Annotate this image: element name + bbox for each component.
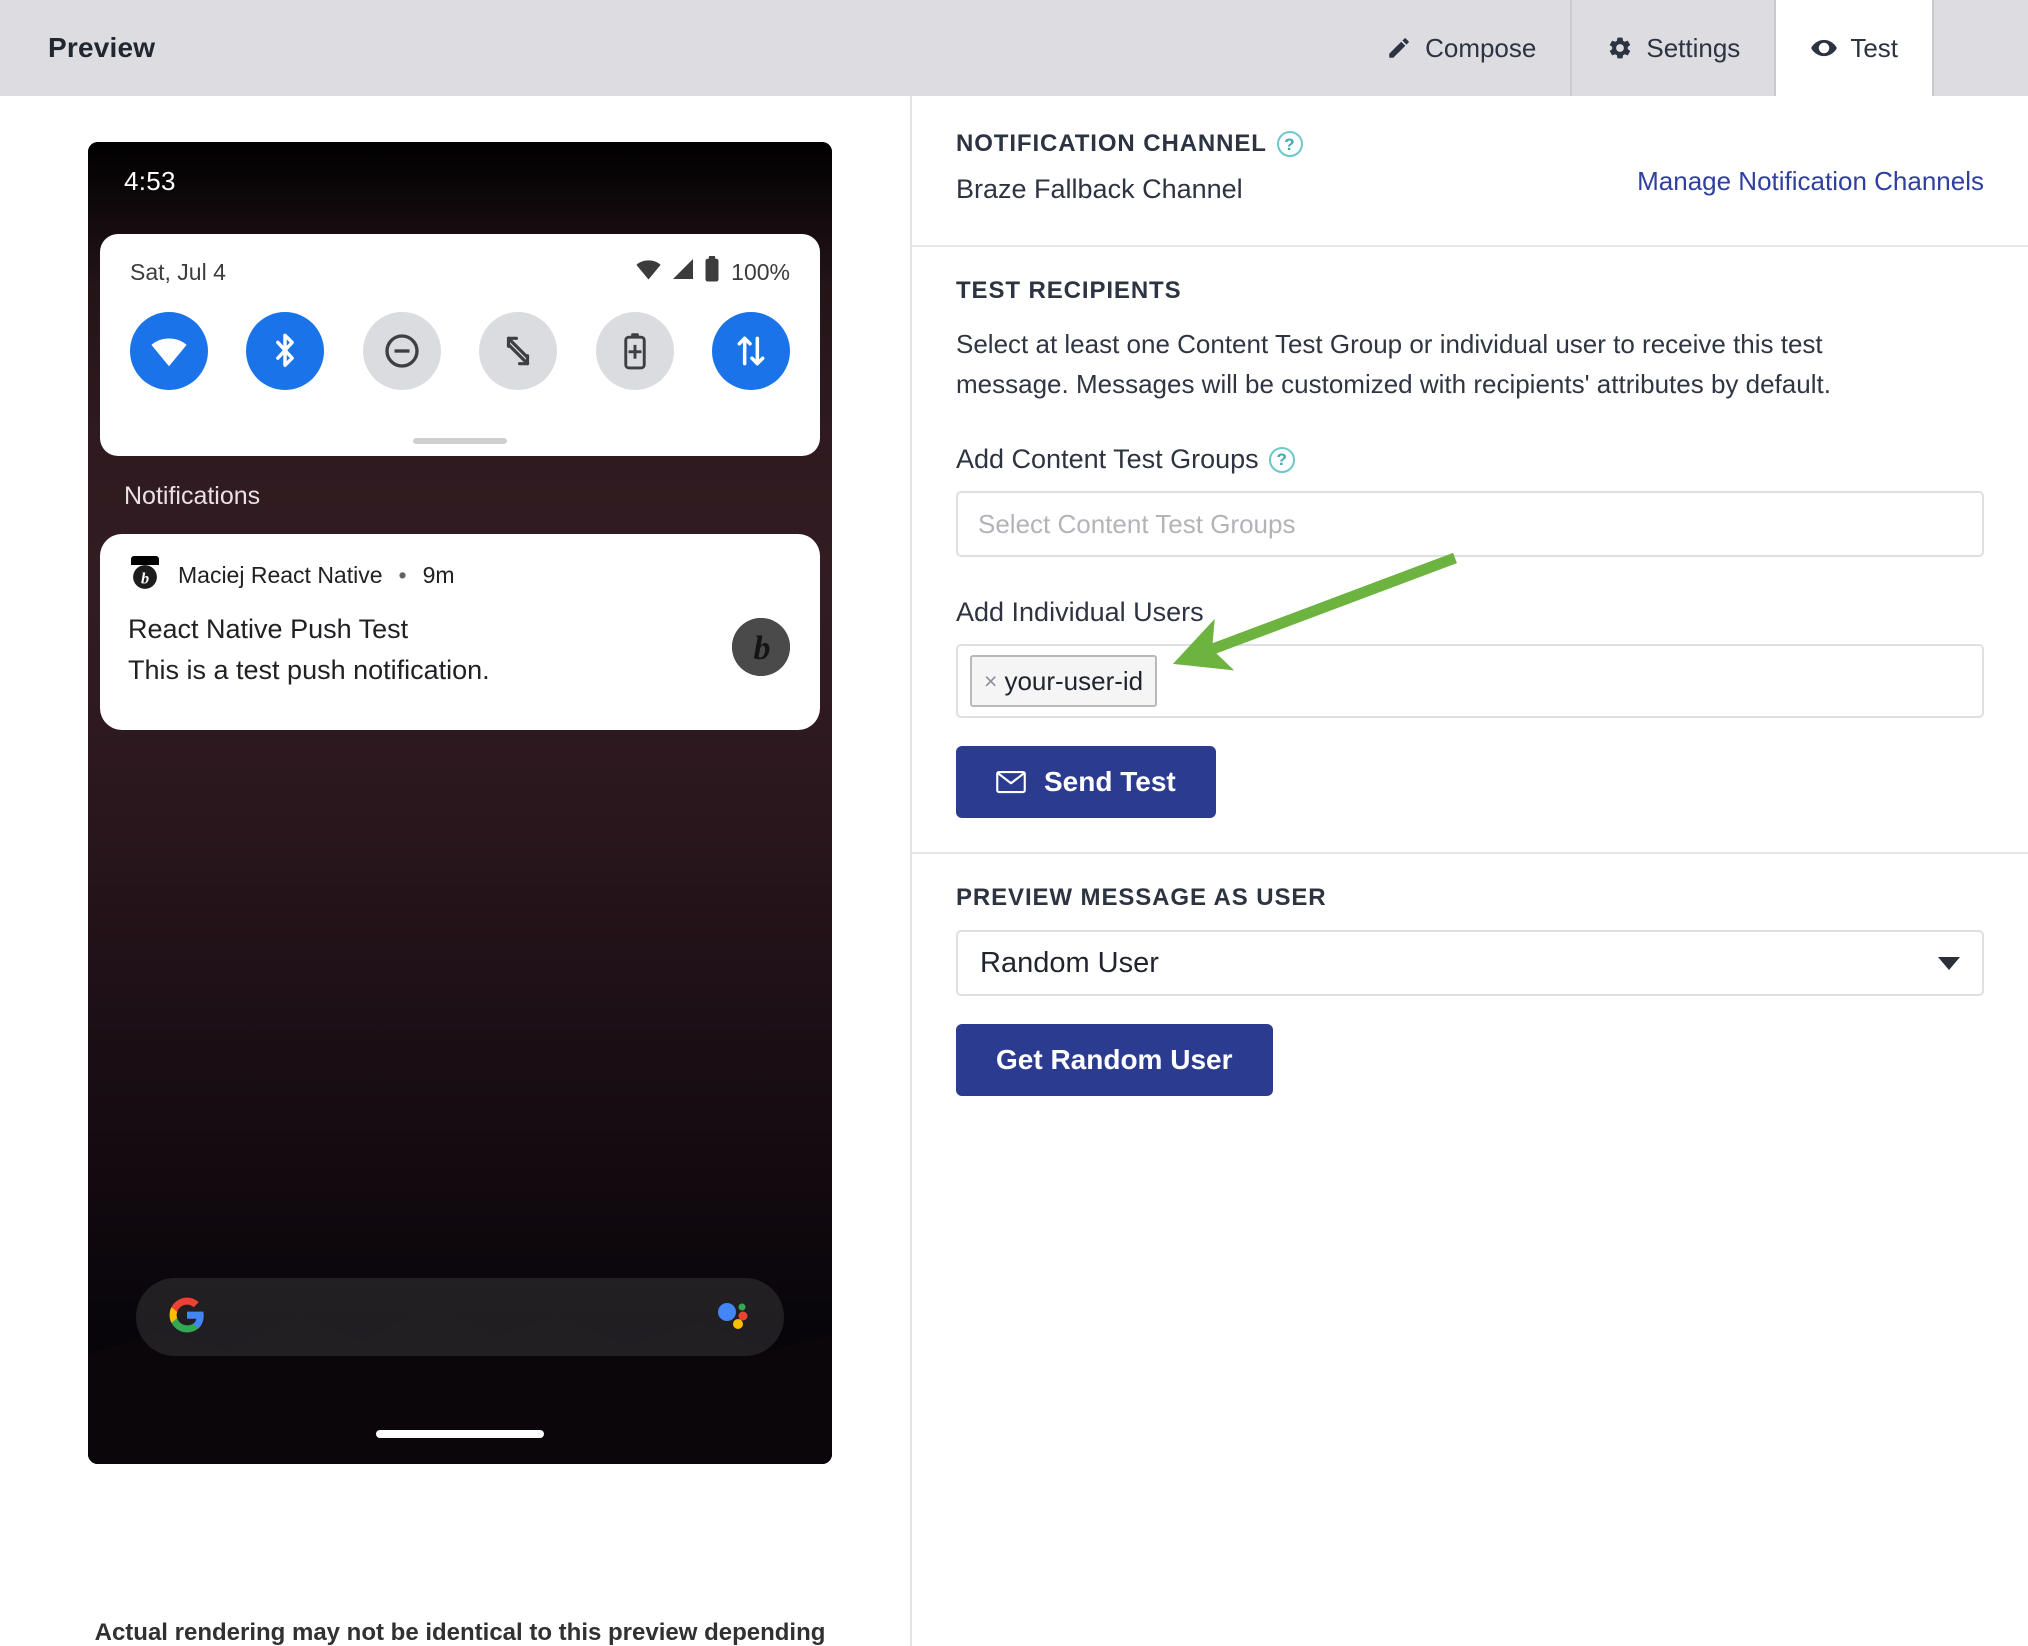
- quick-settings-date: Sat, Jul 4: [130, 258, 226, 285]
- tab-settings[interactable]: Settings: [1570, 0, 1774, 96]
- preview-as-user-title: PREVIEW MESSAGE AS USER: [956, 884, 1984, 912]
- individual-users-label: Add Individual Users: [956, 597, 1984, 628]
- google-assistant-icon[interactable]: [712, 1295, 752, 1340]
- tab-test[interactable]: Test: [1774, 0, 1934, 96]
- notification-time: 9m: [422, 561, 455, 588]
- tab-bar: Compose Settings Test: [1351, 0, 2028, 96]
- content-test-groups-input[interactable]: Select Content Test Groups: [956, 491, 1984, 558]
- notification-body: This is a test push notification.: [128, 655, 490, 685]
- test-recipients-title: TEST RECIPIENTS: [956, 277, 1984, 305]
- auto-rotate-tile[interactable]: [479, 312, 558, 390]
- battery-status-icon: [704, 256, 720, 288]
- preview-as-user-selected-value: Random User: [980, 946, 1159, 979]
- notification-app-name: Maciej React Native: [178, 561, 383, 588]
- test-recipients-title-label: TEST RECIPIENTS: [956, 277, 1182, 304]
- chevron-down-icon: [1938, 956, 1960, 970]
- notification-channel-title: NOTIFICATION CHANNEL ?: [956, 130, 1303, 158]
- notification-title: React Native Push Test: [128, 614, 409, 644]
- test-recipients-section: TEST RECIPIENTS Select at least one Cont…: [912, 247, 2028, 852]
- quick-settings-panel: Sat, Jul 4 100%: [100, 234, 820, 456]
- preview-disclaimer: Actual rendering may not be identical to…: [94, 1619, 826, 1646]
- wifi-status-icon: [635, 258, 662, 286]
- user-chip[interactable]: × your-user-id: [970, 655, 1158, 708]
- preview-as-user-title-label: PREVIEW MESSAGE AS USER: [956, 884, 1327, 912]
- pencil-icon: [1385, 34, 1413, 62]
- notification-card[interactable]: b Maciej React Native • 9m React Native …: [100, 534, 820, 730]
- tab-test-label: Test: [1850, 32, 1898, 63]
- eye-icon: [1810, 34, 1838, 62]
- page-title: Preview: [48, 32, 156, 63]
- envelope-icon: [996, 770, 1026, 794]
- gear-icon: [1606, 34, 1634, 62]
- send-test-button[interactable]: Send Test: [956, 746, 1216, 819]
- get-random-user-button[interactable]: Get Random User: [956, 1024, 1273, 1097]
- top-bar: Preview Compose Settings Test: [0, 0, 2028, 96]
- content-area: 4:53 Sat, Jul 4 100% Notifications b Mac…: [0, 96, 2028, 1646]
- svg-text:b: b: [754, 630, 771, 667]
- quick-settings-drag-handle[interactable]: [413, 438, 507, 444]
- notification-large-icon: b: [732, 618, 790, 676]
- wifi-tile[interactable]: [130, 312, 208, 390]
- battery-saver-tile[interactable]: [595, 312, 674, 390]
- preview-pane: 4:53 Sat, Jul 4 100% Notifications b Mac…: [0, 96, 912, 1646]
- battery-percent-label: 100%: [731, 258, 790, 285]
- chip-remove-icon[interactable]: ×: [984, 669, 997, 693]
- notification-channel-title-label: NOTIFICATION CHANNEL: [956, 130, 1267, 157]
- google-logo-icon: [168, 1296, 206, 1339]
- notification-channel-help-icon[interactable]: ?: [1276, 131, 1303, 157]
- manage-notification-channels-link[interactable]: Manage Notification Channels: [1637, 138, 1984, 197]
- preview-as-user-select[interactable]: Random User: [956, 930, 1984, 997]
- cellular-signal-icon: [671, 258, 695, 286]
- phone-preview: 4:53 Sat, Jul 4 100% Notifications b Mac…: [88, 142, 832, 1464]
- tab-compose[interactable]: Compose: [1351, 0, 1570, 96]
- chip-label: your-user-id: [1004, 665, 1144, 696]
- tab-compose-label: Compose: [1425, 32, 1537, 63]
- do-not-disturb-tile[interactable]: [362, 312, 441, 390]
- status-icons: 100%: [635, 256, 790, 288]
- individual-users-input[interactable]: × your-user-id: [956, 644, 1984, 719]
- app-small-icon: b: [128, 556, 162, 592]
- test-settings-pane: NOTIFICATION CHANNEL ? Braze Fallback Ch…: [912, 96, 2028, 1646]
- preview-as-user-section: PREVIEW MESSAGE AS USER Random User Get …: [912, 854, 2028, 1130]
- content-test-groups-label: Add Content Test Groups ?: [956, 444, 1984, 475]
- notifications-header: Notifications: [124, 482, 261, 510]
- notification-channel-value: Braze Fallback Channel: [956, 174, 1243, 204]
- content-test-groups-help-icon[interactable]: ?: [1268, 446, 1295, 473]
- preview-test-screen: Preview Compose Settings Test 4:53 Sat, …: [0, 0, 2028, 1646]
- quick-settings-tiles: [100, 288, 820, 390]
- send-test-button-label: Send Test: [1044, 766, 1176, 798]
- individual-users-label-text: Add Individual Users: [956, 597, 1204, 628]
- tab-settings-label: Settings: [1646, 32, 1741, 63]
- test-recipients-description: Select at least one Content Test Group o…: [956, 329, 1831, 399]
- status-bar-time: 4:53: [124, 166, 176, 196]
- google-search-bar[interactable]: [136, 1278, 784, 1356]
- content-test-groups-placeholder: Select Content Test Groups: [978, 508, 1296, 539]
- notification-separator: •: [398, 561, 407, 588]
- bluetooth-tile[interactable]: [246, 312, 325, 390]
- get-random-user-button-label: Get Random User: [996, 1044, 1233, 1076]
- navigation-pill[interactable]: [376, 1430, 544, 1438]
- content-test-groups-label-text: Add Content Test Groups: [956, 444, 1259, 475]
- mobile-data-tile[interactable]: [711, 312, 790, 390]
- notification-channel-section: NOTIFICATION CHANNEL ? Braze Fallback Ch…: [912, 96, 2028, 245]
- svg-text:b: b: [141, 570, 149, 588]
